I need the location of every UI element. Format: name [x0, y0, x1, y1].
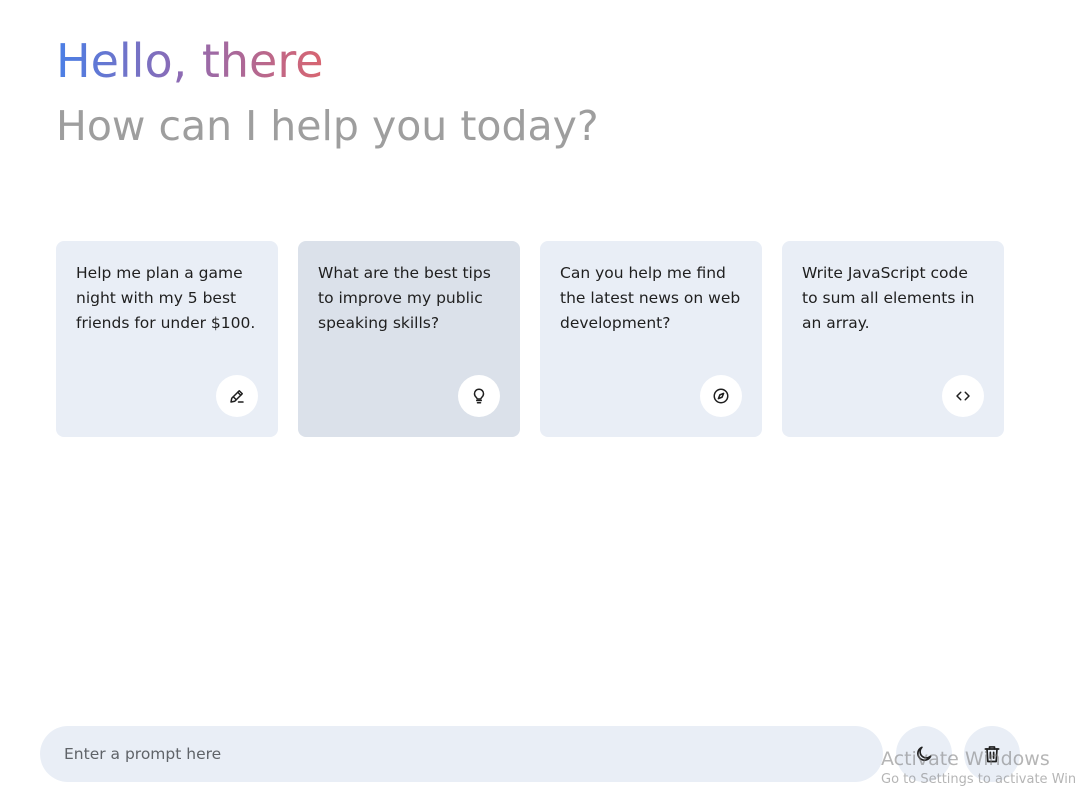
- lightbulb-icon: [458, 375, 500, 417]
- draw-icon: [216, 375, 258, 417]
- compass-icon: [700, 375, 742, 417]
- header: Hello, there How can I help you today?: [56, 30, 599, 156]
- trash-icon: [982, 744, 1002, 764]
- suggestion-list: Help me plan a game night with my 5 best…: [56, 241, 1004, 437]
- suggestion-card[interactable]: Can you help me find the latest news on …: [540, 241, 762, 437]
- suggestion-card[interactable]: Help me plan a game night with my 5 best…: [56, 241, 278, 437]
- suggestion-text: Write JavaScript code to sum all element…: [802, 264, 975, 332]
- code-icon: [942, 375, 984, 417]
- suggestion-card[interactable]: What are the best tips to improve my pub…: [298, 241, 520, 437]
- chat-page: Hello, there How can I help you today? H…: [0, 0, 1075, 800]
- theme-toggle-button[interactable]: [896, 726, 952, 782]
- suggestion-text: What are the best tips to improve my pub…: [318, 264, 491, 332]
- greeting-title: Hello, there: [56, 30, 324, 92]
- suggestion-text: Can you help me find the latest news on …: [560, 264, 741, 332]
- suggestion-text: Help me plan a game night with my 5 best…: [76, 264, 256, 332]
- suggestion-card[interactable]: Write JavaScript code to sum all element…: [782, 241, 1004, 437]
- greeting-subtitle: How can I help you today?: [56, 102, 599, 150]
- moon-icon: [914, 744, 934, 764]
- prompt-bar: [40, 726, 1020, 782]
- delete-chat-button[interactable]: [964, 726, 1020, 782]
- prompt-input[interactable]: [40, 726, 883, 782]
